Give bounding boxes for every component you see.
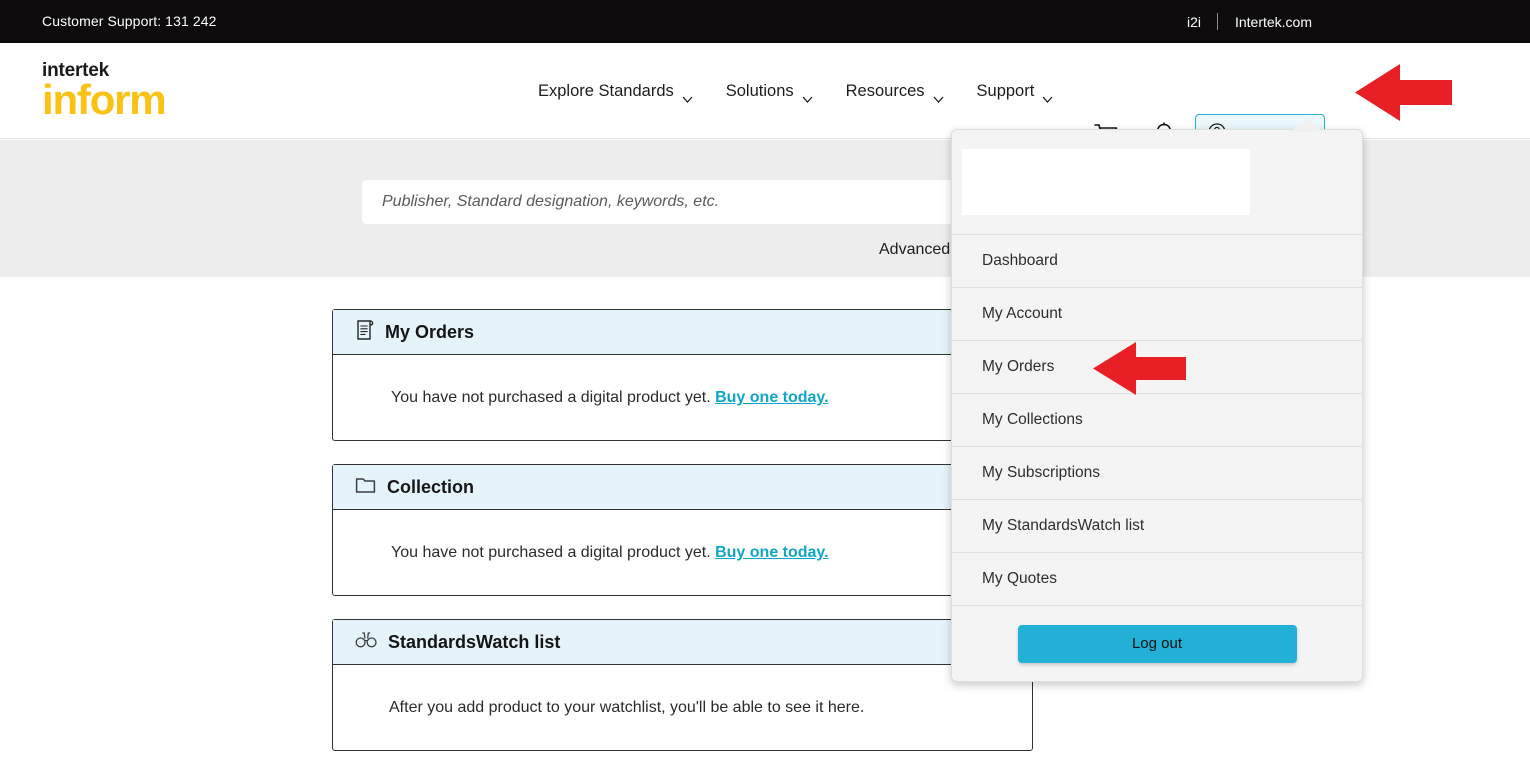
- my-orders-buy-link[interactable]: Buy one today.: [715, 389, 829, 407]
- collection-card-title: Collection: [387, 477, 474, 498]
- my-orders-empty-text: You have not purchased a digital product…: [391, 389, 711, 407]
- dropdown-item-my-collections[interactable]: My Collections: [952, 393, 1362, 446]
- dropdown-item-label: My StandardsWatch list: [982, 517, 1144, 535]
- arrow-pointing-to-my-orders-menu-item: [1093, 342, 1186, 395]
- page-root: Customer Support: 131 242 i2i Intertek.c…: [0, 0, 1530, 760]
- nav-label-support: Support: [977, 82, 1035, 101]
- binoculars-icon: [355, 631, 377, 654]
- standardswatch-card-body: After you add product to your watchlist,…: [333, 665, 1032, 751]
- logo-word-inform: inform: [42, 79, 232, 121]
- intertek-inform-logo[interactable]: intertek inform: [42, 61, 232, 121]
- nav-item-explore-standards[interactable]: Explore Standards: [538, 82, 693, 101]
- dropdown-item-label: My Collections: [982, 411, 1083, 429]
- dropdown-footer: Log out: [952, 605, 1362, 681]
- dropdown-item-label: My Subscriptions: [982, 464, 1100, 482]
- standardswatch-empty-text: After you add product to your watchlist,…: [389, 699, 864, 717]
- dropdown-item-label: My Quotes: [982, 570, 1057, 588]
- dropdown-item-label: My Orders: [982, 358, 1054, 376]
- folder-icon: [355, 475, 376, 499]
- dropdown-item-my-account[interactable]: My Account: [952, 287, 1362, 340]
- customer-support-text: Customer Support: 131 242: [42, 13, 217, 29]
- dropdown-item-label: Dashboard: [982, 252, 1058, 270]
- chevron-down-icon: [933, 89, 944, 96]
- order-scroll-icon: [355, 319, 374, 346]
- utility-bar-links: i2i Intertek.com: [1187, 13, 1312, 30]
- chevron-down-icon: [802, 89, 813, 96]
- standardswatch-card: StandardsWatch list After you add produc…: [332, 619, 1033, 751]
- nav-label-resources: Resources: [846, 82, 925, 101]
- nav-item-support[interactable]: Support: [977, 82, 1054, 101]
- primary-navigation: Explore Standards Solutions Resources Su…: [538, 43, 1053, 139]
- my-account-dropdown: Dashboard My Account My Orders My Collec…: [951, 129, 1363, 682]
- utility-bar: Customer Support: 131 242 i2i Intertek.c…: [0, 0, 1530, 43]
- dropdown-user-name-box: [962, 149, 1250, 215]
- arrow-pointing-to-my-account-button: [1355, 64, 1452, 121]
- nav-label-solutions: Solutions: [726, 82, 794, 101]
- dropdown-item-dashboard[interactable]: Dashboard: [952, 234, 1362, 287]
- my-orders-card-title: My Orders: [385, 322, 474, 343]
- dropdown-item-label: My Account: [982, 305, 1062, 323]
- collection-buy-link[interactable]: Buy one today.: [715, 544, 829, 562]
- standardswatch-card-header: StandardsWatch list: [333, 620, 1032, 665]
- dropdown-item-my-subscriptions[interactable]: My Subscriptions: [952, 446, 1362, 499]
- nav-item-resources[interactable]: Resources: [846, 82, 944, 101]
- dropdown-caret-icon: [1290, 119, 1324, 132]
- chevron-down-icon: [1042, 89, 1053, 96]
- nav-item-solutions[interactable]: Solutions: [726, 82, 813, 101]
- utility-link-intertek-com[interactable]: Intertek.com: [1218, 14, 1312, 30]
- nav-label-explore-standards: Explore Standards: [538, 82, 674, 101]
- collection-empty-text: You have not purchased a digital product…: [391, 544, 711, 562]
- standardswatch-card-title: StandardsWatch list: [388, 632, 560, 653]
- dropdown-item-my-quotes[interactable]: My Quotes: [952, 552, 1362, 605]
- advanced-search-link[interactable]: Advanced: [879, 241, 950, 259]
- chevron-down-icon: [682, 89, 693, 96]
- dropdown-menu-list: Dashboard My Account My Orders My Collec…: [952, 234, 1362, 605]
- log-out-button[interactable]: Log out: [1018, 625, 1297, 663]
- dropdown-item-my-standardswatch-list[interactable]: My StandardsWatch list: [952, 499, 1362, 552]
- utility-link-i2i[interactable]: i2i: [1187, 14, 1217, 30]
